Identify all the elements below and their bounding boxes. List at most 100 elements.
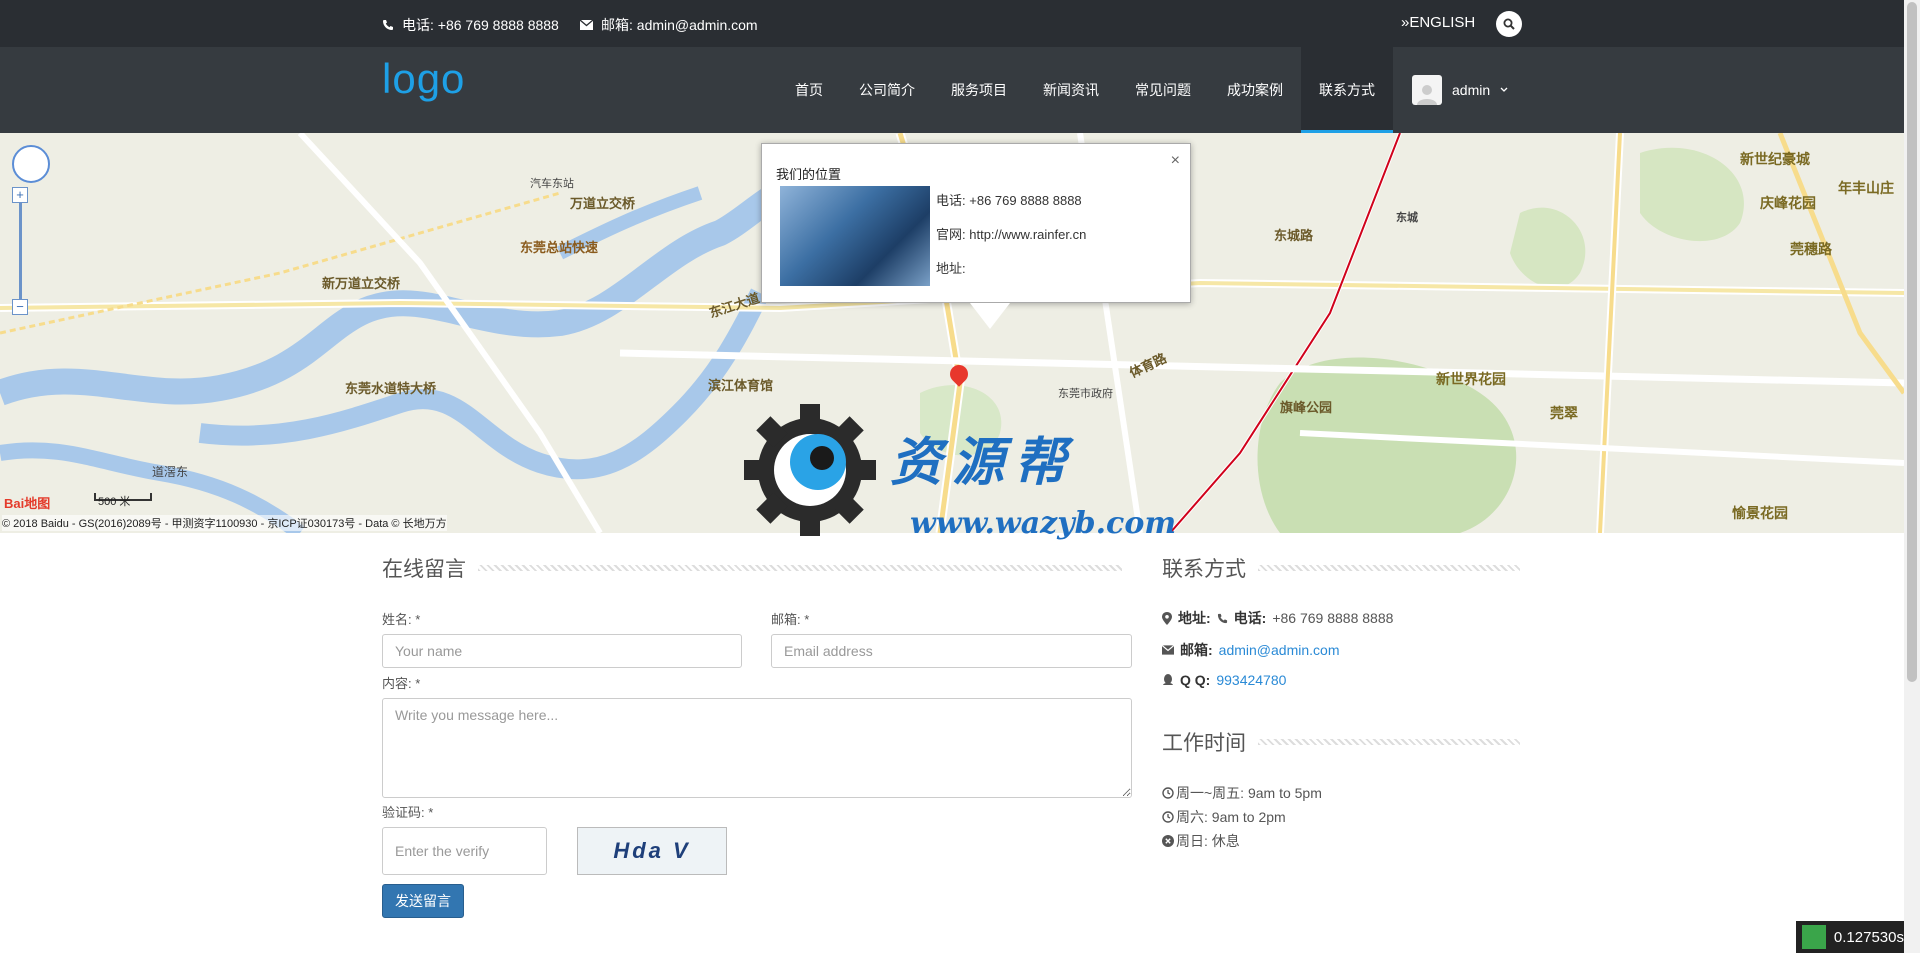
name-label: 姓名: * [382, 612, 421, 627]
contact-title-text: 联系方式 [1162, 558, 1246, 581]
map-label: 东莞市政府 [1058, 388, 1113, 400]
avatar [1412, 75, 1442, 105]
contact-title: 联系方式 [1162, 553, 1520, 583]
map-label: 万道立交桥 [570, 196, 636, 211]
envelope-icon [580, 20, 593, 30]
map-label: 愉景花园 [1732, 505, 1788, 521]
map-label: 东莞总站快速 [520, 240, 599, 255]
nav-item-contact[interactable]: 联系方式 [1301, 47, 1393, 133]
times-circle-icon [1162, 835, 1174, 847]
nav-menu: 首页 公司简介 服务项目 新闻资讯 常见问题 成功案例 联系方式 [777, 47, 1393, 133]
map-label: 东城路 [1274, 228, 1314, 243]
map-label: 东城 [1396, 212, 1418, 224]
envelope-icon [1162, 645, 1174, 655]
map-label: 庆峰花园 [1760, 195, 1816, 211]
nav-item-cases[interactable]: 成功案例 [1209, 47, 1301, 133]
nav-item-news[interactable]: 新闻资讯 [1025, 47, 1117, 133]
verify-label: 验证码: * [382, 805, 434, 820]
captcha-image[interactable]: Hda V [577, 827, 727, 875]
submit-button[interactable]: 发送留言 [382, 884, 464, 918]
info-phone: +86 769 8888 8888 [969, 193, 1082, 208]
main-nav: logo 首页 公司简介 服务项目 新闻资讯 常见问题 成功案例 联系方式 ad… [0, 47, 1904, 133]
watermark-title: 资源帮 [890, 432, 1077, 493]
zoom-in-button[interactable]: + [12, 187, 28, 203]
top-email-text: 邮箱: admin@admin.com [601, 17, 758, 33]
watermark-url: www.wazyb.com [910, 506, 1177, 541]
map-label: 新万道立交桥 [322, 276, 401, 291]
timer-icon [1802, 925, 1826, 949]
contact-address-row: 地址: 电话: +86 769 8888 8888 [1162, 608, 1393, 628]
map-label: 东莞水道特大桥 [345, 381, 437, 396]
contact-email-row: 邮箱: admin@admin.com [1162, 640, 1339, 660]
nav-item-about[interactable]: 公司简介 [841, 47, 933, 133]
map-label: 道滘东 [152, 465, 189, 479]
message-textarea[interactable] [382, 698, 1132, 798]
top-phone-text: 电话: +86 769 8888 8888 [402, 17, 559, 33]
map-label: 汽车东站 [530, 178, 574, 190]
close-icon[interactable]: × [1171, 152, 1180, 170]
nav-item-home[interactable]: 首页 [777, 47, 841, 133]
chevron-down-icon [1500, 87, 1508, 92]
map-label: 滨江体育馆 [708, 378, 774, 393]
map-label: 年丰山庄 [1838, 180, 1894, 196]
form-title-text: 在线留言 [382, 558, 466, 581]
baidu-logo: Bai地图 [4, 496, 51, 511]
map-pan-control[interactable] [12, 145, 50, 183]
map-copyright: © 2018 Baidu - GS(2016)2089号 - 甲测资字11009… [2, 515, 447, 531]
zoom-slider[interactable] [19, 195, 22, 313]
map-label: 莞翠 [1550, 405, 1578, 421]
clock-icon [1162, 811, 1174, 823]
hours-saturday-row: 周六: 9am to 2pm [1162, 807, 1286, 827]
top-phone: 电话: +86 769 8888 8888 [382, 15, 559, 35]
clock-icon [1162, 787, 1174, 799]
nav-item-faq[interactable]: 常见问题 [1117, 47, 1209, 133]
hours-title-text: 工作时间 [1162, 732, 1246, 755]
info-phone-label: 电话: [936, 193, 966, 208]
phone-icon [383, 20, 393, 30]
debug-timer[interactable]: 0.127530s [1796, 921, 1904, 953]
contact-qq-link[interactable]: 993424780 [1216, 672, 1286, 688]
title-divider [1258, 739, 1520, 745]
contact-phone: +86 769 8888 8888 [1272, 610, 1394, 626]
contact-qq-row: Q Q: 993424780 [1162, 672, 1286, 688]
top-bar: 电话: +86 769 8888 8888 邮箱: admin@admin.co… [0, 0, 1904, 47]
watermark: 资源帮 www.wazyb.com [740, 400, 1200, 550]
search-button[interactable] [1496, 11, 1522, 37]
site-logo[interactable]: logo [382, 55, 465, 103]
email-input[interactable] [771, 634, 1132, 668]
map-label: 新世界花园 [1436, 371, 1506, 387]
hours-weekday-row: 周一~周五: 9am to 5pm [1162, 783, 1322, 803]
verify-input[interactable] [382, 827, 547, 875]
form-title: 在线留言 [382, 553, 1122, 583]
map-label: 莞穗路 [1790, 241, 1832, 257]
user-name: admin [1452, 82, 1491, 98]
hours-sunday: 周日: 休息 [1176, 833, 1240, 849]
top-email: 邮箱: admin@admin.com [580, 15, 758, 35]
name-input[interactable] [382, 634, 742, 668]
info-window-tail [970, 303, 1010, 329]
hours-saturday: 周六: 9am to 2pm [1176, 809, 1286, 825]
email-label: 邮箱: * [771, 612, 810, 627]
info-window-title: 我们的位置 [776, 167, 842, 182]
page: 电话: +86 769 8888 8888 邮箱: admin@admin.co… [0, 0, 1920, 953]
contact-email-link[interactable]: admin@admin.com [1219, 642, 1340, 658]
user-icon [1417, 85, 1437, 105]
language-link[interactable]: »ENGLISH [1401, 14, 1475, 31]
user-menu[interactable]: admin [1412, 75, 1508, 105]
gear-icon [744, 404, 876, 536]
phone-icon [1217, 613, 1227, 623]
email-label-contact: 邮箱: [1180, 642, 1213, 658]
hours-sunday-row: 周日: 休息 [1162, 831, 1240, 851]
zoom-out-button[interactable]: − [12, 299, 28, 315]
map-controls [12, 145, 50, 183]
hours-weekday: 周一~周五: 9am to 5pm [1176, 785, 1322, 801]
nav-item-services[interactable]: 服务项目 [933, 47, 1025, 133]
map-info-window: 我们的位置 × 电话: +86 769 8888 8888 官网: http:/… [761, 143, 1191, 303]
map-marker-icon [1162, 611, 1172, 625]
scrollbar-thumb[interactable] [1907, 2, 1917, 682]
qq-icon [1163, 673, 1173, 685]
content-label: 内容: * [382, 676, 421, 691]
search-icon [1503, 18, 1515, 30]
info-window-details: 电话: +86 769 8888 8888 官网: http://www.rai… [936, 184, 1086, 286]
phone-label: 电话: [1233, 610, 1267, 626]
